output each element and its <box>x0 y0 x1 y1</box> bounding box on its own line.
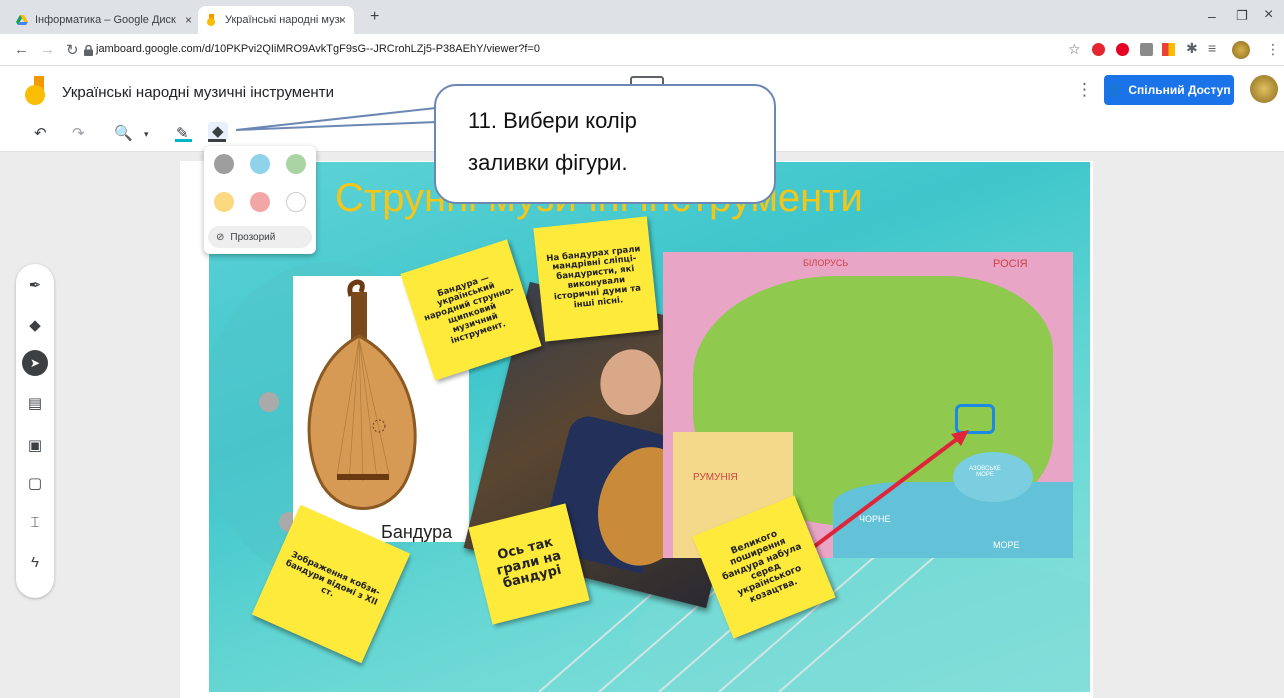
callout-line-1: 11. Вибери колір <box>468 108 637 133</box>
callout-line-2: заливки фігури. <box>468 150 628 175</box>
instruction-callout: 11. Вибери колір заливки фігури. <box>434 84 776 204</box>
